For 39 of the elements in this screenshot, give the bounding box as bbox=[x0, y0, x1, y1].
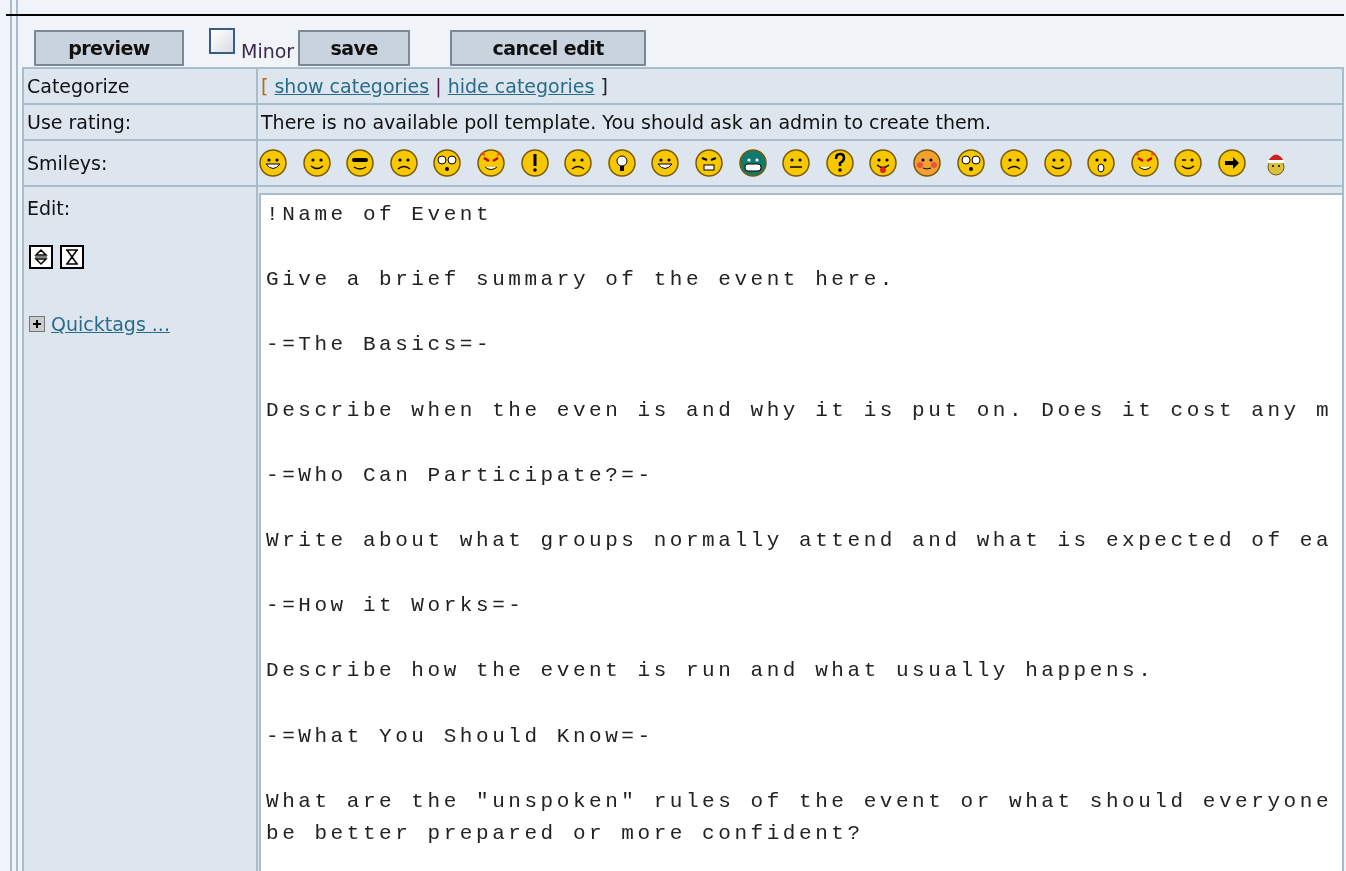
hourglass-icon[interactable] bbox=[60, 245, 84, 269]
bracket: ] bbox=[600, 75, 608, 97]
text-area[interactable]: !Name of Event Give a brief summary of the event here. -=The Basics=- Describe when the even is and why it is put on. Does it cost any m -=Who Can Participate?=- Write about what groups normally attend and what is expected of ea -=How it Works=- Describe how the event is run and what usually happens. -=What You Should Know=- What are the "unspoken" rules of the event or what should everyone be better prepared or more confident? bbox=[259, 193, 1342, 871]
action-button[interactable]: preview bbox=[34, 30, 184, 66]
bracket: [ bbox=[261, 75, 269, 97]
action-button[interactable]: save bbox=[298, 30, 411, 66]
smiley-icon[interactable] bbox=[345, 148, 376, 178]
smiley-icon[interactable] bbox=[955, 148, 986, 178]
smiley-icon[interactable] bbox=[999, 148, 1030, 178]
field-label: Smileys: bbox=[27, 152, 108, 174]
smiley-icon[interactable] bbox=[432, 148, 463, 178]
field-label: Categorize bbox=[27, 75, 130, 97]
checkbox-label: Minor bbox=[241, 40, 295, 62]
field-label: Use rating: bbox=[27, 111, 132, 133]
separator: | bbox=[435, 75, 442, 97]
question-icon[interactable] bbox=[824, 148, 855, 178]
checkbox[interactable] bbox=[209, 28, 235, 54]
smiley-icon[interactable] bbox=[301, 148, 332, 178]
smiley-icon[interactable] bbox=[868, 148, 899, 178]
smiley-icon[interactable] bbox=[693, 148, 724, 178]
smiley-icon[interactable] bbox=[1086, 148, 1117, 178]
smiley-icon[interactable] bbox=[563, 148, 594, 178]
smiley-icon[interactable] bbox=[781, 148, 812, 178]
action-button[interactable]: cancel edit bbox=[450, 30, 647, 66]
smiley-icon[interactable] bbox=[737, 148, 768, 178]
exclamation-icon[interactable] bbox=[519, 148, 550, 178]
smiley-icon[interactable] bbox=[1173, 148, 1204, 178]
smiley-icon[interactable] bbox=[388, 148, 419, 178]
lightbulb-icon[interactable] bbox=[606, 148, 637, 178]
category-link[interactable]: hide categories bbox=[447, 75, 595, 97]
quicktags-link[interactable]: Quicktags ... bbox=[51, 313, 170, 335]
expand-icon[interactable] bbox=[29, 245, 53, 269]
smiley-icon[interactable] bbox=[1042, 148, 1073, 178]
rating-message: There is no available poll template. You should ask an admin to create them. bbox=[261, 111, 992, 133]
smiley-icon[interactable] bbox=[258, 148, 288, 178]
smiley-icon[interactable] bbox=[650, 148, 681, 178]
expand-icon[interactable] bbox=[29, 316, 45, 332]
field-label: Edit: bbox=[27, 197, 71, 219]
category-link[interactable]: show categories bbox=[274, 75, 430, 97]
